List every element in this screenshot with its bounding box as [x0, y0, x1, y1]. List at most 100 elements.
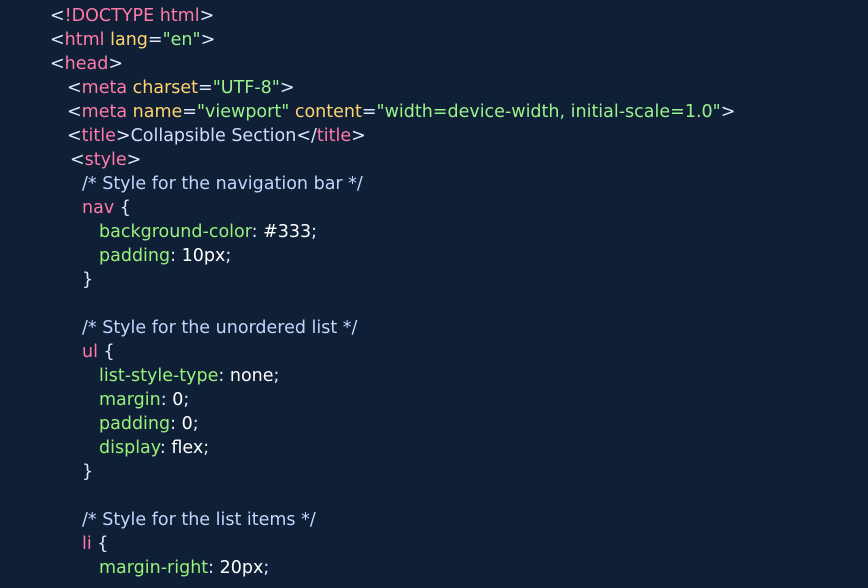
code-token: /* Style for the unordered list */: [82, 318, 358, 338]
code-token: "en": [162, 30, 201, 50]
code-token: >: [720, 102, 736, 122]
code-token: "UTF-8": [212, 78, 280, 98]
code-line[interactable]: display: flex;: [0, 436, 868, 460]
code-token: ;: [225, 246, 232, 266]
code-token: "width=device-width, initial-scale=1.0": [376, 102, 721, 122]
code-token: <: [50, 54, 65, 74]
code-token: >: [108, 54, 124, 74]
code-line[interactable]: padding: 10px;: [0, 244, 868, 268]
code-line[interactable]: <!DOCTYPE html>: [0, 4, 868, 28]
code-line[interactable]: <meta name="viewport" content="width=dev…: [0, 100, 868, 124]
code-line[interactable]: /* Style for the navigation bar */: [0, 172, 868, 196]
code-line[interactable]: <title>Collapsible Section</title>: [0, 124, 868, 148]
code-line[interactable]: background-color: #333;: [0, 220, 868, 244]
code-line[interactable]: margin: 0;: [0, 388, 868, 412]
code-token: style: [84, 150, 127, 170]
code-token: ;: [273, 366, 280, 386]
code-editor[interactable]: <!DOCTYPE html> <html lang="en"> <head> <me…: [0, 0, 868, 588]
code-token: :: [251, 222, 264, 242]
code-token: none: [229, 366, 274, 386]
code-line[interactable]: <head>: [0, 52, 868, 76]
code-line[interactable]: li {: [0, 532, 868, 556]
code-line[interactable]: <meta charset="UTF-8">: [0, 76, 868, 100]
code-line[interactable]: [0, 484, 868, 508]
code-token: !DOCTYPE: [64, 6, 155, 26]
code-token: ul: [82, 342, 98, 362]
code-token: 10px: [181, 246, 226, 266]
code-token: 0: [181, 414, 193, 434]
code-line[interactable]: list-style-type: none;: [0, 364, 868, 388]
code-token: }: [82, 270, 94, 290]
code-token: :: [218, 366, 230, 386]
code-token: /* Style for the list items */: [82, 510, 316, 530]
code-token: =: [147, 30, 163, 50]
code-line[interactable]: padding: 0;: [0, 412, 868, 436]
code-token: Collapsible Section: [130, 126, 297, 146]
code-token: =: [198, 78, 213, 98]
code-token: charset: [132, 78, 199, 98]
code-token: li: [82, 534, 92, 554]
code-token: >: [200, 30, 216, 50]
code-line[interactable]: nav {: [0, 196, 868, 220]
code-token: >: [199, 6, 215, 26]
code-token: :: [170, 246, 182, 266]
code-token: html: [64, 30, 105, 50]
code-token: ;: [192, 414, 199, 434]
code-token: content: [294, 102, 362, 122]
code-token: "viewport": [196, 102, 290, 122]
code-token: {: [91, 534, 109, 554]
code-token: ;: [263, 558, 270, 578]
code-token: >: [115, 126, 131, 146]
code-token: meta: [81, 102, 128, 122]
code-token: list-style-type: [99, 366, 219, 386]
code-line[interactable]: }: [0, 460, 868, 484]
code-token: <: [50, 30, 65, 50]
code-token: :: [160, 390, 173, 410]
code-token: lang: [110, 30, 148, 50]
code-area[interactable]: <!DOCTYPE html> <html lang="en"> <head> <me…: [0, 4, 868, 580]
code-token: title: [316, 126, 352, 146]
code-token: /* Style for the navigation bar */: [82, 174, 363, 194]
code-token: </: [296, 126, 317, 146]
code-token: margin: [99, 390, 161, 410]
code-token: flex: [171, 438, 204, 458]
code-token: padding: [99, 414, 171, 434]
code-line[interactable]: /* Style for the unordered list */: [0, 316, 868, 340]
code-token: <: [70, 150, 85, 170]
code-token: ;: [183, 390, 190, 410]
code-token: title: [81, 126, 116, 146]
code-token: >: [351, 126, 366, 146]
code-token: #333: [263, 222, 312, 242]
code-token: 20px: [219, 558, 264, 578]
code-token: nav: [82, 198, 115, 218]
code-line[interactable]: <html lang="en">: [0, 28, 868, 52]
code-token: name: [132, 102, 183, 122]
code-token: meta: [81, 78, 128, 98]
code-token: <: [67, 78, 82, 98]
code-token: :: [159, 438, 172, 458]
code-token: {: [114, 198, 131, 218]
code-token: display: [99, 438, 160, 458]
code-token: background-color: [99, 222, 252, 242]
code-token: ;: [311, 222, 318, 242]
code-token: margin-right: [99, 558, 209, 578]
code-token: html: [159, 6, 200, 26]
code-line[interactable]: margin-right: 20px;: [0, 556, 868, 580]
code-token: =: [361, 102, 377, 122]
code-token: }: [82, 462, 94, 482]
code-token: =: [182, 102, 197, 122]
code-token: padding: [99, 246, 171, 266]
code-token: <: [67, 126, 82, 146]
code-token: :: [208, 558, 220, 578]
code-line[interactable]: }: [0, 268, 868, 292]
code-token: :: [170, 414, 182, 434]
code-token: <: [50, 6, 65, 26]
code-token: ;: [203, 438, 210, 458]
code-line[interactable]: ul {: [0, 340, 868, 364]
code-token: >: [126, 150, 142, 170]
code-token: 0: [172, 390, 184, 410]
code-line[interactable]: [0, 292, 868, 316]
code-line[interactable]: /* Style for the list items */: [0, 508, 868, 532]
code-line[interactable]: <style>: [0, 148, 868, 172]
code-token: head: [64, 54, 109, 74]
